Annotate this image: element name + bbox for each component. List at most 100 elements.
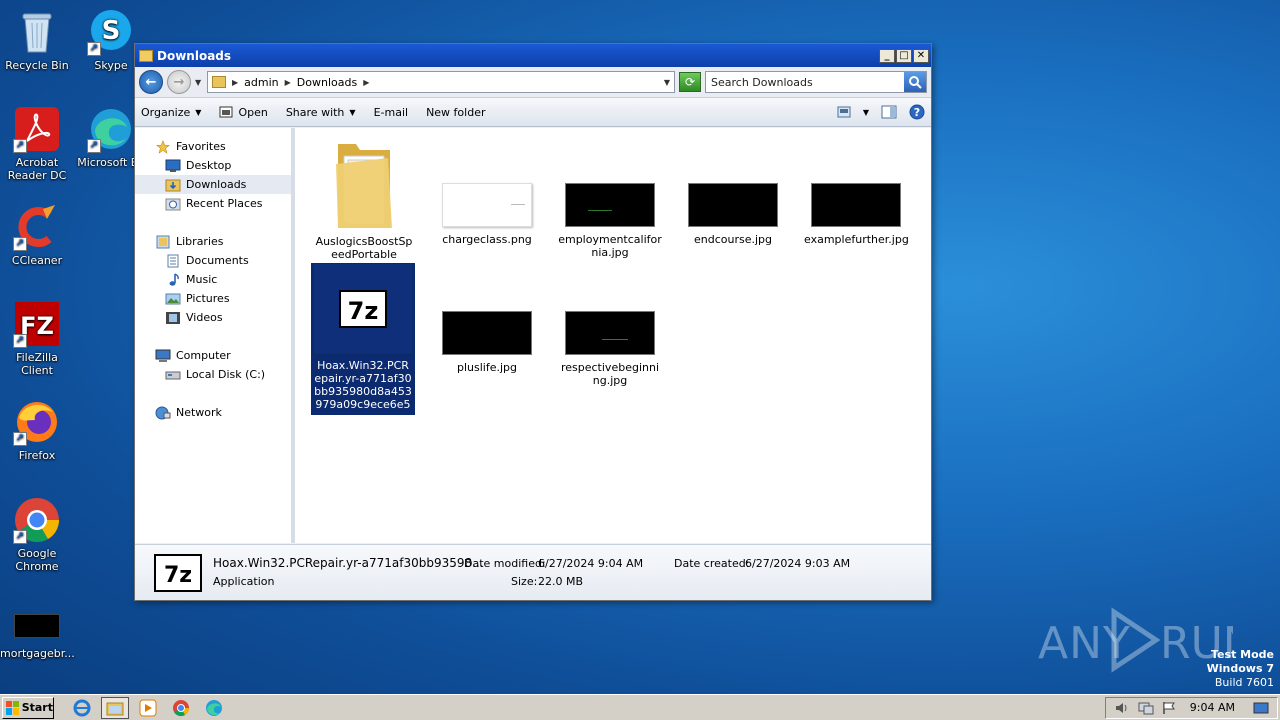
action-center-flag-icon[interactable] xyxy=(1162,701,1176,715)
address-bar[interactable]: ▶ admin ▶ Downloads ▶ ▼ xyxy=(207,71,675,93)
nav-documents[interactable]: Documents xyxy=(135,251,291,270)
chevron-right-icon[interactable]: ▶ xyxy=(232,78,238,87)
new-folder-button[interactable]: New folder xyxy=(426,106,485,119)
nav-videos[interactable]: Videos xyxy=(135,308,291,327)
open-icon xyxy=(219,106,233,118)
maximize-button[interactable]: □ xyxy=(896,48,912,63)
shortcut-arrow-icon: ↗ xyxy=(87,139,101,153)
nav-label: Downloads xyxy=(186,178,247,191)
anyrun-logo: ANY RUN xyxy=(1038,607,1233,673)
nav-desktop[interactable]: Desktop xyxy=(135,156,291,175)
back-button[interactable]: ← xyxy=(139,70,163,94)
folder-icon xyxy=(106,702,124,715)
svg-text:?: ? xyxy=(914,106,920,119)
desktop-icon-acrobat[interactable]: ↗ Acrobat Reader DC xyxy=(0,105,74,182)
nav-downloads[interactable]: Downloads xyxy=(135,175,291,194)
libraries-icon xyxy=(156,235,170,248)
minimize-button[interactable]: _ xyxy=(879,48,895,63)
taskbar-chrome[interactable] xyxy=(167,697,195,719)
close-button[interactable]: ✕ xyxy=(913,48,929,63)
detail-file-kind: Application xyxy=(213,575,275,588)
file-item-image[interactable]: chargeclass.png xyxy=(435,183,539,246)
taskbar-edge[interactable] xyxy=(200,697,228,719)
desktop-icon-recycle-bin[interactable]: Recycle Bin xyxy=(0,8,74,72)
taskbar-media-player[interactable] xyxy=(134,697,162,719)
clock[interactable]: 9:04 AM xyxy=(1190,701,1235,714)
network-icon[interactable] xyxy=(1138,701,1154,715)
preview-pane-icon[interactable] xyxy=(881,105,897,119)
email-button[interactable]: E-mail xyxy=(374,106,409,119)
hard-disk-icon xyxy=(165,371,181,379)
file-item-image[interactable]: employmentcalifornia.jpg xyxy=(558,183,662,259)
file-item-image[interactable]: respectivebeginning.jpg xyxy=(558,311,662,387)
nav-label: Music xyxy=(186,273,218,286)
detail-file-name: Hoax.Win32.PCRepair.yr-a771af30bb93598..… xyxy=(213,556,484,570)
ccleaner-icon: ↗ xyxy=(13,203,61,251)
watermark-line-2: Windows 7 xyxy=(1206,662,1274,675)
start-button[interactable]: Start xyxy=(2,696,54,719)
videos-icon xyxy=(166,311,180,324)
shortcut-arrow-icon: ↗ xyxy=(13,139,27,153)
search-input[interactable] xyxy=(706,75,904,89)
show-desktop-icon[interactable] xyxy=(1253,701,1269,715)
nav-network[interactable]: Network xyxy=(135,403,291,422)
title-bar[interactable]: Downloads _ □ ✕ xyxy=(135,44,931,67)
share-with-button[interactable]: Share with ▼ xyxy=(286,106,356,119)
desktop-icon-label: Acrobat Reader DC xyxy=(7,156,67,182)
view-options-icon[interactable] xyxy=(837,106,851,118)
taskbar-internet-explorer[interactable] xyxy=(68,697,96,719)
details-pane: 7z Hoax.Win32.PCRepair.yr-a771af30bb9359… xyxy=(135,544,931,600)
chevron-down-icon[interactable]: ▼ xyxy=(863,108,869,117)
nav-favorites[interactable]: Favorites xyxy=(135,137,291,156)
desktop-icon-firefox[interactable]: ↗ Firefox xyxy=(0,398,74,462)
file-item-image[interactable]: endcourse.jpg xyxy=(681,183,785,246)
organize-label: Organize xyxy=(141,105,191,119)
chevron-right-icon[interactable]: ▶ xyxy=(285,78,291,87)
windows-logo-icon xyxy=(6,700,19,715)
taskbar: Start 9:04 AM xyxy=(0,694,1280,720)
desktop-icon-ccleaner[interactable]: ↗ CCleaner xyxy=(0,203,74,267)
open-button[interactable]: Open xyxy=(219,105,268,119)
breadcrumb-admin[interactable]: admin xyxy=(244,76,278,89)
nav-label: Computer xyxy=(176,349,231,362)
chrome-icon xyxy=(173,699,190,716)
taskbar-explorer[interactable] xyxy=(101,696,129,719)
address-dropdown[interactable]: ▼ xyxy=(664,78,670,87)
search-icon[interactable] xyxy=(904,72,926,92)
refresh-button[interactable]: ⟳ xyxy=(679,72,701,92)
chevron-right-icon[interactable]: ▶ xyxy=(363,78,369,87)
7z-archive-icon: 7z xyxy=(154,554,202,592)
nav-libraries[interactable]: Libraries xyxy=(135,232,291,251)
file-item-image[interactable]: pluslife.jpg xyxy=(435,311,539,374)
desktop-icon-chrome[interactable]: ↗ Google Chrome xyxy=(0,496,74,573)
desktop-icon-filezilla[interactable]: FZ ↗ FileZilla Client xyxy=(0,300,74,377)
chevron-down-icon: ▼ xyxy=(195,107,202,117)
file-item-7z-selected[interactable]: 7z Hoax.Win32.PCRepair.yr-a771af30bb9359… xyxy=(311,263,415,415)
system-tray: 9:04 AM xyxy=(1104,696,1278,719)
start-label: Start xyxy=(21,701,53,714)
file-item-image[interactable]: examplefurther.jpg xyxy=(804,183,909,246)
window-title: Downloads xyxy=(157,48,232,63)
forward-button[interactable]: → xyxy=(167,70,191,94)
volume-icon[interactable] xyxy=(1114,701,1130,715)
image-thumbnail-icon xyxy=(442,311,532,355)
nav-local-disk[interactable]: Local Disk (C:) xyxy=(135,365,291,384)
network-icon xyxy=(155,406,171,419)
skype-icon: S ↗ xyxy=(87,8,135,56)
recent-pages-dropdown[interactable]: ▼ xyxy=(195,78,203,87)
open-label: Open xyxy=(238,105,268,119)
nav-computer[interactable]: Computer xyxy=(135,346,291,365)
desktop-icon-mortgage[interactable]: mortgagebr... xyxy=(0,614,75,660)
file-item-folder[interactable]: AuslogicsBoostSpeedPortable xyxy=(312,134,416,261)
nav-music[interactable]: Music xyxy=(135,270,291,289)
nav-pictures[interactable]: Pictures xyxy=(135,289,291,308)
documents-icon xyxy=(167,254,179,267)
nav-recent-places[interactable]: Recent Places xyxy=(135,194,291,213)
watermark-text: Test Mode Windows 7 Build 7601 xyxy=(1207,648,1274,690)
content-area: Favorites Desktop Downloads Recent Place… xyxy=(135,128,931,543)
help-icon[interactable]: ? xyxy=(909,104,925,120)
breadcrumb-downloads[interactable]: Downloads xyxy=(297,76,357,89)
organize-button[interactable]: Organize ▼ xyxy=(141,106,201,119)
media-player-icon xyxy=(139,699,157,716)
image-thumbnail-icon xyxy=(565,183,655,227)
